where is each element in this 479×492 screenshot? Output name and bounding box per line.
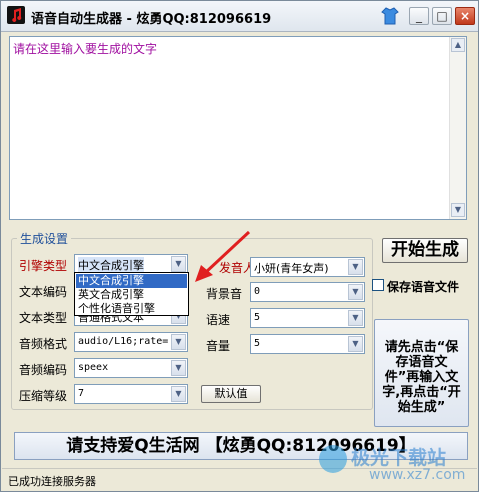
- audio-format-label: 音频格式: [19, 337, 68, 351]
- compress-level-label: 压缩等级: [19, 389, 68, 403]
- compress-level-select[interactable]: 7 ▼: [74, 384, 188, 404]
- scroll-up-icon[interactable]: ▲: [451, 38, 465, 52]
- window-title: 语音自动生成器 - 炫勇QQ:812096619: [31, 12, 272, 27]
- maximize-button[interactable]: □: [432, 7, 452, 25]
- save-audio-file-button[interactable]: 请先点击“保存语音文件”再输入文字,再点击“开始生成”: [374, 319, 469, 427]
- engine-type-label: 引擎类型: [19, 259, 68, 273]
- audio-format-value: audio/L16;rate=: [78, 336, 169, 347]
- watermark-url: www.xz7.com: [369, 467, 466, 483]
- speaker-select[interactable]: 小妍(青年女声) ▼: [250, 257, 365, 277]
- speed-value: 5: [254, 312, 261, 323]
- chevron-down-icon[interactable]: ▼: [348, 259, 363, 275]
- text-type-label: 文本类型: [19, 311, 68, 325]
- engine-type-dropdown-list[interactable]: 中文合成引擎 英文合成引擎 个性化语音引擎: [74, 272, 189, 316]
- save-audio-checkbox[interactable]: [372, 279, 384, 291]
- chevron-down-icon[interactable]: ▼: [171, 360, 186, 376]
- scroll-down-icon[interactable]: ▼: [451, 203, 465, 217]
- engine-type-value: 中文合成引擎: [78, 257, 144, 273]
- audio-format-select[interactable]: audio/L16;rate= ▼: [74, 332, 188, 352]
- title-bar[interactable]: 语音自动生成器 - 炫勇QQ:812096619 _ □ ×: [1, 1, 478, 32]
- audio-encoding-select[interactable]: speex ▼: [74, 358, 188, 378]
- main-window: 语音自动生成器 - 炫勇QQ:812096619 _ □ × 请在这里输入要生成…: [0, 0, 479, 492]
- audio-encoding-value: speex: [78, 362, 109, 373]
- chevron-down-icon[interactable]: ▼: [171, 256, 186, 272]
- engine-option-chinese[interactable]: 中文合成引擎: [76, 274, 187, 288]
- chevron-down-icon[interactable]: ▼: [171, 386, 186, 402]
- text-input-placeholder: 请在这里输入要生成的文字: [13, 42, 158, 56]
- red-arrow-annotation-icon: [195, 230, 251, 282]
- start-generate-button[interactable]: 开始生成: [382, 238, 468, 263]
- watermark-name: 极光下载站: [351, 447, 447, 469]
- speed-label: 语速: [206, 313, 231, 327]
- engine-option-personalized[interactable]: 个性化语音引擎: [76, 302, 187, 316]
- text-input-area[interactable]: 请在这里输入要生成的文字 ▲ ▼: [9, 36, 467, 220]
- app-music-icon: [7, 6, 25, 24]
- bg-music-value: 0: [254, 286, 261, 297]
- speaker-value: 小妍(青年女声): [254, 262, 329, 275]
- close-button[interactable]: ×: [455, 7, 475, 25]
- compress-level-value: 7: [78, 388, 85, 399]
- volume-label: 音量: [206, 339, 231, 353]
- chevron-down-icon[interactable]: ▼: [171, 334, 186, 350]
- default-values-button[interactable]: 默认值: [201, 385, 261, 403]
- chevron-down-icon[interactable]: ▼: [348, 310, 363, 326]
- audio-encoding-label: 音频编码: [19, 363, 68, 377]
- bg-music-label: 背景音: [206, 287, 243, 301]
- volume-select[interactable]: 5 ▼: [250, 334, 365, 354]
- minimize-button[interactable]: _: [409, 7, 429, 25]
- engine-option-english[interactable]: 英文合成引擎: [76, 288, 187, 302]
- chevron-down-icon[interactable]: ▼: [348, 336, 363, 352]
- chevron-down-icon[interactable]: ▼: [348, 284, 363, 300]
- text-encoding-label: 文本编码: [19, 285, 68, 299]
- engine-type-select[interactable]: 中文合成引擎 ▼: [74, 254, 188, 274]
- aurora-logo-icon: [319, 445, 347, 473]
- vertical-scrollbar[interactable]: ▲ ▼: [449, 37, 466, 219]
- speed-select[interactable]: 5 ▼: [250, 308, 365, 328]
- volume-value: 5: [254, 338, 261, 349]
- bg-music-select[interactable]: 0 ▼: [250, 282, 365, 302]
- settings-group-title: 生成设置: [17, 230, 72, 247]
- save-audio-checkbox-label[interactable]: 保存语音文件: [387, 278, 459, 295]
- status-text: 已成功连接服务器: [8, 475, 96, 488]
- watermark-logo: 极光下载站 www.xz7.com: [319, 441, 474, 491]
- skin-shirt-icon[interactable]: [381, 6, 399, 26]
